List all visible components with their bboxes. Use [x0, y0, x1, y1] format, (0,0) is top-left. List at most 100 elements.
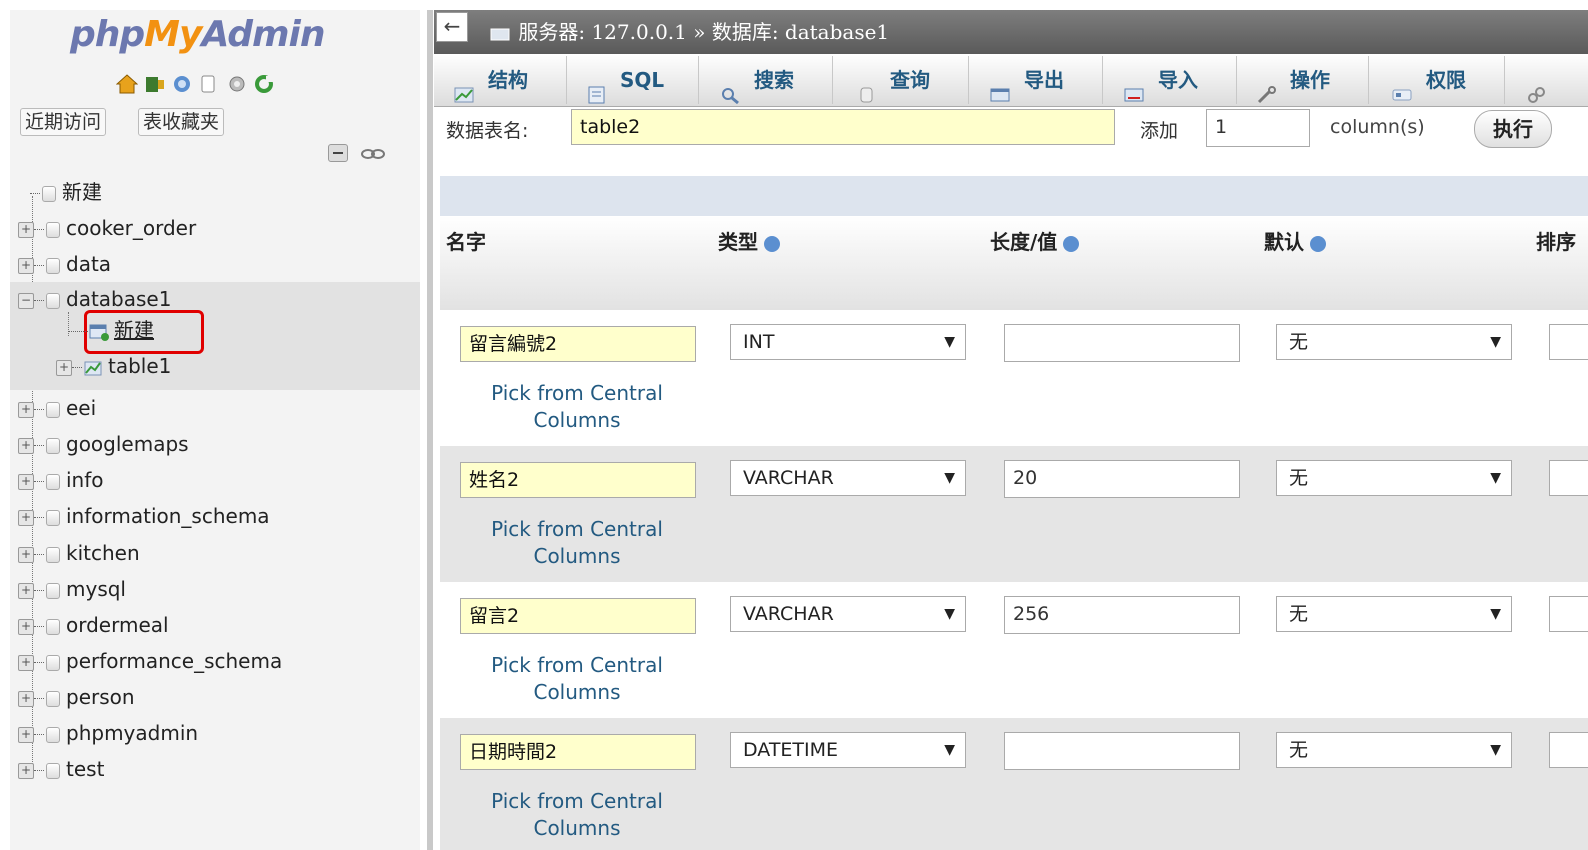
- tab-operations[interactable]: 操作: [1238, 56, 1369, 104]
- new-table-icon: [88, 318, 110, 342]
- dropdown-arrow-icon: ▼: [1490, 334, 1501, 350]
- collapse-icon[interactable]: −: [18, 292, 34, 309]
- help-icon[interactable]: [764, 235, 780, 252]
- column-type-select[interactable]: INT ▼: [730, 324, 966, 360]
- home-icon[interactable]: [115, 74, 139, 94]
- pick-from-central-columns-link[interactable]: Pick from Central Columns: [460, 652, 694, 706]
- expand-icon[interactable]: +: [18, 654, 34, 671]
- expand-icon[interactable]: +: [18, 401, 34, 418]
- tab-structure[interactable]: 结构: [436, 56, 567, 104]
- column-length-input[interactable]: 20: [1004, 460, 1240, 498]
- column-length-input[interactable]: 256: [1004, 596, 1240, 634]
- tab-import[interactable]: 导入: [1106, 56, 1237, 104]
- column-length-input[interactable]: [1004, 732, 1240, 770]
- phpmyadmin-logo[interactable]: phpMyAdmin: [70, 14, 325, 55]
- expand-icon[interactable]: +: [18, 437, 34, 454]
- reload-icon[interactable]: [254, 74, 274, 94]
- column-collation-select[interactable]: [1549, 324, 1588, 360]
- column-default-select[interactable]: 无 ▼: [1276, 732, 1512, 768]
- tree-item-eei[interactable]: + eei: [18, 392, 96, 424]
- column-collation-select[interactable]: [1549, 732, 1588, 768]
- columns-label: column(s): [1330, 116, 1425, 138]
- column-name-input[interactable]: 留言編號2: [460, 326, 696, 362]
- tab-query[interactable]: 查询: [838, 56, 969, 104]
- tab-more[interactable]: [1508, 56, 1588, 104]
- column-type-select[interactable]: VARCHAR ▼: [730, 596, 966, 632]
- expand-icon[interactable]: +: [18, 762, 34, 779]
- tree-item-ordermeal[interactable]: + ordermeal: [18, 609, 169, 641]
- collapse-all-icon[interactable]: [328, 144, 348, 162]
- expand-icon[interactable]: +: [18, 618, 34, 635]
- column-length-input[interactable]: [1004, 324, 1240, 362]
- add-columns-count-input[interactable]: 1: [1206, 109, 1310, 147]
- column-collation-select[interactable]: [1549, 460, 1588, 496]
- help-icon[interactable]: [172, 74, 192, 94]
- pick-from-central-columns-link[interactable]: Pick from Central Columns: [460, 788, 694, 842]
- tab-search[interactable]: 搜索: [702, 56, 833, 104]
- favorite-tables-button[interactable]: 表收藏夹: [138, 108, 225, 136]
- pick-line-1: Pick from Central: [491, 517, 663, 541]
- column-type-select[interactable]: DATETIME ▼: [730, 732, 966, 768]
- column-name-input[interactable]: 姓名2: [460, 462, 696, 498]
- column-default-select[interactable]: 无 ▼: [1276, 324, 1512, 360]
- tree-item-label: performance_schema: [66, 649, 283, 673]
- tree-item-information-schema[interactable]: + information_schema: [18, 500, 270, 532]
- breadcrumb[interactable]: 服务器: 127.0.0.1 » 数据库: database1: [490, 16, 889, 45]
- tree-item-cooker-order[interactable]: + cooker_order: [18, 212, 196, 244]
- logout-icon[interactable]: [144, 74, 164, 94]
- tree-item-new-table[interactable]: 新建: [68, 314, 154, 346]
- recent-tables-button[interactable]: 近期访问: [20, 108, 107, 136]
- help-icon[interactable]: [1310, 235, 1326, 252]
- tree-item-new-database[interactable]: 新建: [30, 176, 102, 208]
- tree-item-test[interactable]: + test: [18, 753, 104, 785]
- documentation-icon[interactable]: [198, 74, 218, 94]
- tree-item-performance-schema[interactable]: + performance_schema: [18, 645, 282, 677]
- column-name-input[interactable]: 留言2: [460, 598, 696, 634]
- expand-icon[interactable]: +: [18, 257, 34, 274]
- tab-label: 结构: [488, 68, 528, 92]
- settings-gear-icon[interactable]: [226, 74, 246, 94]
- execute-button[interactable]: 执行: [1474, 110, 1552, 148]
- pick-from-central-columns-link[interactable]: Pick from Central Columns: [460, 516, 694, 570]
- tree-item-data[interactable]: + data: [18, 248, 111, 280]
- tree-item-label: data: [66, 252, 112, 276]
- tree-item-googlemaps[interactable]: + googlemaps: [18, 428, 189, 460]
- expand-icon[interactable]: +: [18, 509, 34, 526]
- tree-item-label: googlemaps: [66, 432, 189, 456]
- dropdown-arrow-icon: ▼: [1490, 742, 1501, 758]
- link-with-main-icon[interactable]: [360, 146, 386, 165]
- tree-item-label: mysql: [66, 577, 126, 601]
- expand-icon[interactable]: +: [18, 582, 34, 599]
- tab-label: 导入: [1158, 68, 1198, 92]
- tree-item-table1[interactable]: + table1: [56, 350, 171, 382]
- expand-icon[interactable]: +: [18, 690, 34, 707]
- pick-line-2: Columns: [533, 680, 621, 704]
- collapse-navigation-button[interactable]: ←: [436, 12, 468, 42]
- database-icon: [46, 437, 60, 454]
- expand-icon[interactable]: +: [56, 359, 72, 376]
- tab-export[interactable]: 导出: [972, 56, 1103, 104]
- column-collation-select[interactable]: [1549, 596, 1588, 632]
- tree-item-person[interactable]: + person: [18, 681, 135, 713]
- table-name-input[interactable]: table2: [571, 109, 1115, 145]
- expand-icon[interactable]: +: [18, 726, 34, 743]
- column-default-select[interactable]: 无 ▼: [1276, 596, 1512, 632]
- tree-item-kitchen[interactable]: + kitchen: [18, 537, 140, 569]
- tab-privileges[interactable]: 权限: [1374, 56, 1505, 104]
- column-type-select[interactable]: VARCHAR ▼: [730, 460, 966, 496]
- tree-item-phpmyadmin[interactable]: + phpmyadmin: [18, 717, 198, 749]
- column-name-input[interactable]: 日期時間2: [460, 734, 696, 770]
- tree-branch-line: [34, 409, 44, 410]
- pick-from-central-columns-link[interactable]: Pick from Central Columns: [460, 380, 694, 434]
- expand-icon[interactable]: +: [18, 546, 34, 563]
- tree-item-mysql[interactable]: + mysql: [18, 573, 126, 605]
- tab-sql[interactable]: SQL: [568, 56, 699, 104]
- more-icon: [1526, 73, 1548, 103]
- expand-icon[interactable]: +: [18, 473, 34, 490]
- column-default-select[interactable]: 无 ▼: [1276, 460, 1512, 496]
- panel-resize-handle[interactable]: [427, 10, 433, 850]
- expand-icon[interactable]: +: [18, 221, 34, 238]
- table-name-label: 数据表名:: [446, 120, 529, 142]
- help-icon[interactable]: [1063, 235, 1080, 252]
- tree-item-info[interactable]: + info: [18, 464, 104, 496]
